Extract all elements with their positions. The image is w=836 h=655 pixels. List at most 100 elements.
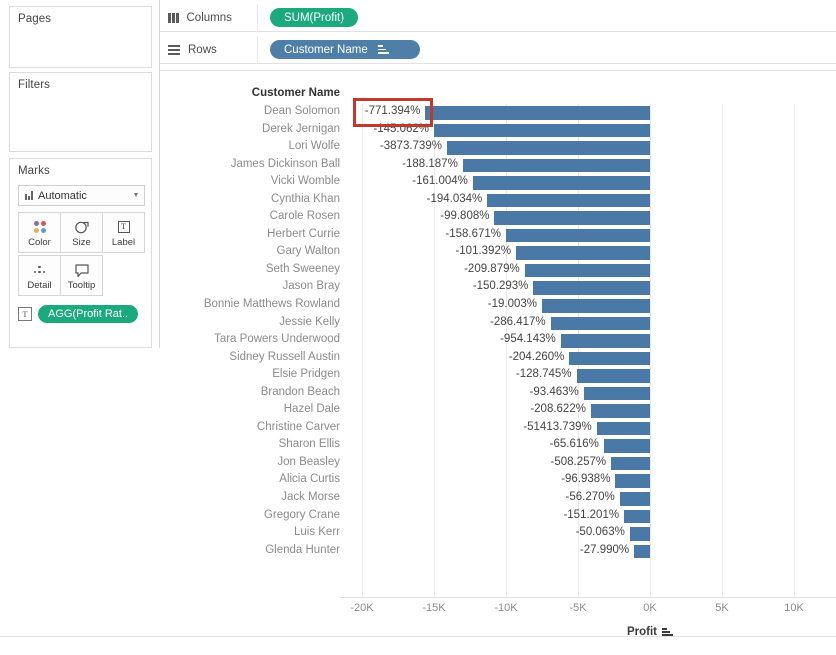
row-label[interactable]: Alicia Curtis — [160, 473, 340, 485]
mark-type-dropdown[interactable]: Automatic ▼ — [18, 185, 145, 206]
bar-mark[interactable] — [629, 527, 650, 541]
bar-mark[interactable] — [494, 211, 650, 225]
marks-color-button[interactable]: Color — [18, 212, 61, 253]
chart-row[interactable]: Lori Wolfe -3873.739% — [160, 139, 836, 157]
marks-size-button[interactable]: Size — [60, 212, 103, 253]
row-label[interactable]: Derek Jernigan — [160, 123, 340, 135]
chart-row[interactable]: Jack Morse -56.270% — [160, 490, 836, 508]
row-label[interactable]: Elsie Pridgen — [160, 368, 340, 380]
bar-mark[interactable] — [550, 316, 650, 331]
chart-row[interactable]: Sharon Ellis -65.616% — [160, 437, 836, 455]
bar-mark[interactable] — [624, 509, 650, 524]
row-label[interactable]: Herbert Currie — [160, 228, 340, 240]
chevron-down-icon[interactable]: ▼ — [128, 192, 144, 199]
row-label[interactable]: Luis Kerr — [160, 526, 340, 538]
row-label[interactable]: Hazel Dale — [160, 403, 340, 415]
chart-row[interactable]: Gregory Crane -151.201% — [160, 508, 836, 526]
bar-mark[interactable] — [462, 158, 650, 173]
chart-row[interactable]: Jason Bray -150.293% — [160, 279, 836, 297]
marks-agg-profit-ratio-pill[interactable]: AGG(Profit Rat.. — [38, 305, 139, 323]
row-label[interactable]: Jon Beasley — [160, 456, 340, 468]
chart-row[interactable]: Gary Walton -101.392% — [160, 244, 836, 262]
filters-card[interactable]: Filters — [9, 72, 152, 152]
chart-row[interactable]: Hazel Dale -208.622% — [160, 402, 836, 420]
row-label[interactable]: Jessie Kelly — [160, 316, 340, 328]
chart-row[interactable]: Cynthia Khan -194.034% — [160, 192, 836, 210]
chart-row[interactable]: Herbert Currie -158.671% — [160, 227, 836, 245]
row-label[interactable]: Bonnie Matthews Rowland — [160, 298, 340, 310]
row-label[interactable]: James Dickinson Ball — [160, 158, 340, 170]
bar-mark[interactable] — [487, 193, 650, 208]
row-value-label: -150.293% — [472, 280, 529, 293]
row-label[interactable]: Carole Rosen — [160, 210, 340, 222]
bar-mark[interactable] — [615, 474, 650, 488]
row-value-label: -151.201% — [563, 508, 620, 521]
chart-row[interactable]: Vicki Womble -161.004% — [160, 174, 836, 192]
bar-mark[interactable] — [516, 246, 650, 260]
row-label[interactable]: Dean Solomon — [160, 105, 340, 117]
chart-view: Customer Name Dean Solomon -771.394% Derek… — [160, 70, 836, 655]
bar-mark[interactable] — [434, 123, 650, 138]
bar-mark[interactable] — [611, 456, 650, 471]
chart-row[interactable]: Christine Carver -51413.739% — [160, 420, 836, 438]
chart-row[interactable]: Bonnie Matthews Rowland -19.003% — [160, 297, 836, 315]
row-label[interactable]: Gregory Crane — [160, 509, 340, 521]
pill-customer-name[interactable]: Customer Name — [270, 40, 420, 59]
pages-card[interactable]: Pages — [9, 6, 152, 68]
columns-shelf[interactable]: Columns SUM(Profit) — [160, 3, 836, 32]
row-label[interactable]: Brandon Beach — [160, 386, 340, 398]
bar-mark[interactable] — [576, 369, 650, 383]
chart-row[interactable]: Luis Kerr -50.063% — [160, 525, 836, 543]
row-label[interactable]: Lori Wolfe — [160, 140, 340, 152]
bar-mark[interactable] — [425, 106, 650, 120]
sort-ascending-icon[interactable] — [662, 627, 674, 637]
rows-shelf[interactable]: Rows Customer Name — [160, 35, 836, 64]
bar-mark[interactable] — [446, 141, 650, 155]
sort-ascending-icon[interactable] — [377, 45, 389, 54]
chart-row[interactable]: Jon Beasley -508.257% — [160, 455, 836, 473]
chart-row[interactable]: Seth Sweeney -209.879% — [160, 262, 836, 280]
bar-mark[interactable] — [542, 299, 650, 313]
chart-row[interactable]: Carole Rosen -99.808% — [160, 209, 836, 227]
row-label[interactable]: Sidney Russell Austin — [160, 351, 340, 363]
chart-row[interactable]: Elsie Pridgen -128.745% — [160, 367, 836, 385]
pill-sum-profit[interactable]: SUM(Profit) — [270, 8, 359, 27]
bar-mark[interactable] — [472, 176, 650, 190]
chart-row[interactable]: Alicia Curtis -96.938% — [160, 472, 836, 490]
chart-row[interactable]: Dean Solomon -771.394% — [160, 104, 836, 122]
marks-tooltip-button[interactable]: Tooltip — [60, 255, 103, 296]
marks-label-button[interactable]: T Label — [102, 212, 145, 253]
row-label[interactable]: Cynthia Khan — [160, 193, 340, 205]
row-label[interactable]: Gary Walton — [160, 245, 340, 257]
bar-mark[interactable] — [603, 439, 650, 453]
row-label[interactable]: Jason Bray — [160, 280, 340, 292]
bar-mark[interactable] — [596, 421, 650, 436]
bar-mark[interactable] — [569, 351, 650, 366]
row-value-label: -27.990% — [579, 543, 630, 556]
bar-mark[interactable] — [583, 386, 650, 401]
bar-mark[interactable] — [560, 334, 650, 348]
row-label[interactable]: Glenda Hunter — [160, 544, 340, 556]
row-value-label: -508.257% — [550, 455, 607, 468]
chart-row[interactable]: Sidney Russell Austin -204.260% — [160, 350, 836, 368]
chart-row[interactable]: James Dickinson Ball -188.187% — [160, 157, 836, 175]
row-label[interactable]: Sharon Ellis — [160, 438, 340, 450]
row-label[interactable]: Seth Sweeney — [160, 263, 340, 275]
chart-row[interactable]: Glenda Hunter -27.990% — [160, 543, 836, 561]
row-label[interactable]: Jack Morse — [160, 491, 340, 503]
marks-card[interactable]: Marks Automatic ▼ Color Size T Label Det… — [9, 158, 152, 348]
bar-mark[interactable] — [619, 492, 650, 506]
row-label[interactable]: Christine Carver — [160, 421, 340, 433]
bar-mark[interactable] — [533, 281, 650, 295]
bar-mark[interactable] — [634, 544, 650, 559]
bar-mark[interactable] — [590, 404, 650, 418]
marks-detail-button[interactable]: Detail — [18, 255, 61, 296]
row-label[interactable]: Vicki Womble — [160, 175, 340, 187]
bar-mark[interactable] — [524, 263, 650, 278]
row-label[interactable]: Tara Powers Underwood — [160, 333, 340, 345]
chart-row[interactable]: Tara Powers Underwood -954.143% — [160, 332, 836, 350]
chart-row[interactable]: Jessie Kelly -286.417% — [160, 315, 836, 333]
chart-row[interactable]: Derek Jernigan -145.062% — [160, 122, 836, 140]
bar-mark[interactable] — [506, 228, 650, 243]
chart-row[interactable]: Brandon Beach -93.463% — [160, 385, 836, 403]
